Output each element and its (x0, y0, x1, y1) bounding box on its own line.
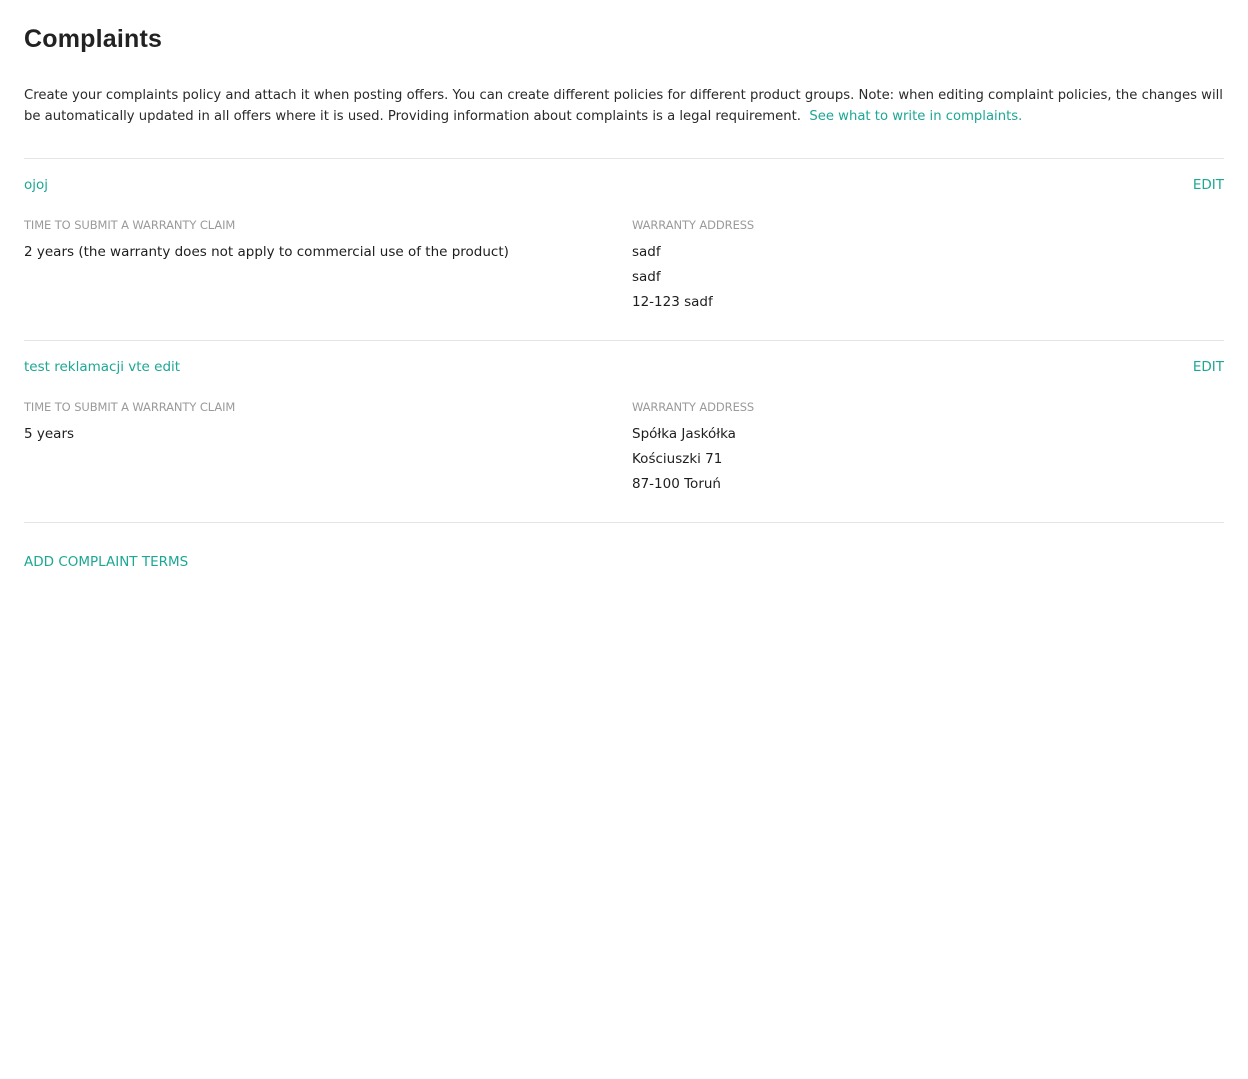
time-to-submit-value: 5 years (24, 426, 75, 442)
address-line: 12-123 sadf (632, 294, 713, 310)
address-line: 87-100 Toruń (632, 476, 721, 492)
address-line: Kościuszki 71 (632, 451, 723, 467)
address-line: sadf (632, 244, 661, 260)
edit-policy-button[interactable]: EDIT (1193, 357, 1224, 377)
divider (24, 158, 1224, 159)
description-text: Create your complaints policy and attach… (24, 88, 1223, 124)
time-to-submit-label: TIME TO SUBMIT A WARRANTY CLAIM (24, 400, 236, 414)
warranty-address-label: WARRANTY ADDRESS (632, 400, 755, 414)
warranty-address-label: WARRANTY ADDRESS (632, 218, 755, 232)
divider (24, 340, 1224, 341)
policy-name-link[interactable]: test reklamacji vte edit (24, 357, 180, 377)
edit-policy-button[interactable]: EDIT (1193, 175, 1224, 195)
address-line: sadf (632, 269, 661, 285)
policy-name-link[interactable]: ojoj (24, 175, 48, 195)
warranty-address: sadf sadf 12-123 sadf (632, 240, 713, 315)
page-title: Complaints (24, 25, 163, 53)
address-line: Spółka Jaskółka (632, 426, 736, 442)
page-description: Create your complaints policy and attach… (24, 85, 1224, 127)
add-complaint-terms-button[interactable]: ADD COMPLAINT TERMS (24, 552, 188, 572)
divider (24, 522, 1224, 523)
time-to-submit-value: 2 years (the warranty does not apply to … (24, 244, 509, 260)
complaints-help-link[interactable]: See what to write in complaints. (809, 109, 1022, 124)
warranty-address: Spółka Jaskółka Kościuszki 71 87-100 Tor… (632, 422, 736, 497)
time-to-submit-label: TIME TO SUBMIT A WARRANTY CLAIM (24, 218, 236, 232)
